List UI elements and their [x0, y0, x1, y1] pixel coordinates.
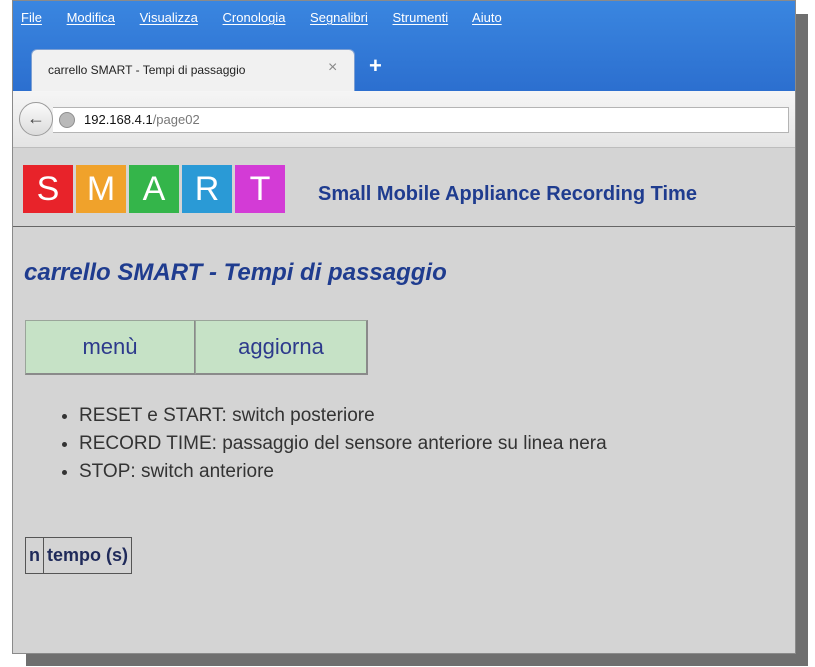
menu-button[interactable]: menù	[25, 320, 196, 375]
instructions-list: RESET e START: switch posteriore RECORD …	[59, 402, 607, 486]
menu-strumenti[interactable]: Strumenti	[393, 10, 449, 25]
url-host: 192.168.4.1	[84, 112, 153, 127]
update-button[interactable]: aggiorna	[195, 320, 368, 375]
column-header-time: tempo (s)	[43, 537, 132, 574]
page-content: SMART Small Mobile Appliance Recording T…	[13, 149, 795, 653]
menu-cronologia[interactable]: Cronologia	[223, 10, 286, 25]
logo-letter-a: A	[129, 165, 179, 213]
menu-modifica[interactable]: Modifica	[67, 10, 115, 25]
times-table: n tempo (s)	[25, 537, 132, 574]
logo-letter-m: M	[76, 165, 126, 213]
title-bar: File Modifica Visualizza Cronologia Segn…	[13, 1, 795, 92]
list-item: STOP: switch anteriore	[79, 458, 607, 486]
menu-bar: File Modifica Visualizza Cronologia Segn…	[21, 10, 523, 25]
page-title: carrello SMART - Tempi di passaggio	[24, 259, 447, 286]
divider	[13, 226, 795, 227]
menu-file[interactable]: File	[21, 10, 42, 25]
menu-segnalibri[interactable]: Segnalibri	[310, 10, 368, 25]
menu-aiuto[interactable]: Aiuto	[472, 10, 502, 25]
menu-visualizza[interactable]: Visualizza	[140, 10, 198, 25]
list-item: RESET e START: switch posteriore	[79, 402, 607, 430]
address-bar[interactable]: 192.168.4.1/page02	[53, 107, 789, 133]
logo-letter-t: T	[235, 165, 285, 213]
navigation-bar: ← 192.168.4.1/page02	[13, 91, 795, 148]
list-item: RECORD TIME: passaggio del sensore anter…	[79, 430, 607, 458]
tab-title: carrello SMART - Tempi di passaggio	[48, 63, 246, 77]
logo-letter-s: S	[23, 165, 73, 213]
new-tab-icon[interactable]: +	[369, 53, 382, 79]
url-text: 192.168.4.1/page02	[84, 112, 200, 127]
globe-icon	[59, 112, 75, 128]
close-tab-icon[interactable]: ×	[328, 59, 337, 77]
browser-window: File Modifica Visualizza Cronologia Segn…	[12, 0, 796, 654]
table-header-row: n tempo (s)	[25, 537, 132, 574]
logo-tagline: Small Mobile Appliance Recording Time	[318, 183, 697, 205]
column-header-n: n	[25, 537, 44, 574]
back-arrow-icon[interactable]: ←	[19, 102, 53, 136]
browser-tab[interactable]: carrello SMART - Tempi di passaggio ×	[31, 49, 355, 92]
logo-letter-r: R	[182, 165, 232, 213]
url-path: /page02	[152, 112, 200, 127]
smart-logo: SMART	[23, 165, 288, 213]
